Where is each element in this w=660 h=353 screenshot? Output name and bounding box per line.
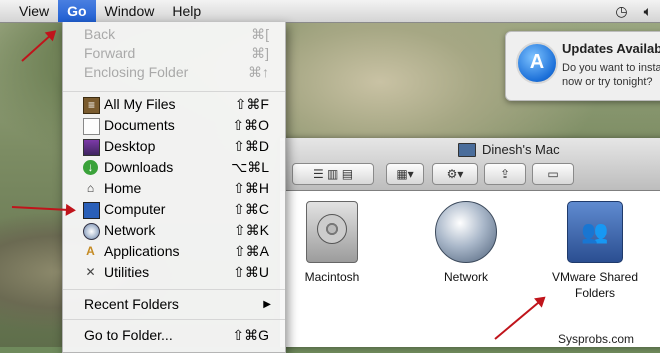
menu-item-go-to-folder[interactable]: Go to Folder... ⇧⌘G [63,325,285,346]
all-my-files-icon: ≡ [83,97,100,114]
macintosh-hd-item[interactable]: Macintosh [277,201,387,285]
menu-item-utilities[interactable]: ✕ Utilities ⇧⌘U [63,262,285,283]
shared-folder-icon: 👥 [567,201,623,263]
network-icon [83,223,100,240]
menu-item-label: Documents [104,117,175,133]
utilities-icon: ✕ [85,265,96,279]
menu-item-all-my-files[interactable]: ≡ All My Files ⇧⌘F [63,94,285,115]
applications-icon: A [86,244,95,258]
notification-line-1: Do you want to insta [562,62,660,74]
item-label: Network [443,270,488,284]
menu-help[interactable]: Help [163,0,210,22]
menu-item-label: Network [104,222,156,238]
menu-item-documents[interactable]: Documents ⇧⌘O [63,115,285,136]
share-button[interactable]: ⇪ [484,163,526,185]
menu-item-label: Applications [104,243,180,259]
item-label: VMware Shared Folders [551,270,639,300]
time-machine-icon[interactable]: ◷ [615,3,627,20]
menu-item-recent-folders[interactable]: Recent Folders ▶ [63,294,285,315]
menu-go[interactable]: Go [58,0,96,22]
menu-window[interactable]: Window [96,0,164,22]
menu-item-network[interactable]: Network ⇧⌘K [63,220,285,241]
updates-notification[interactable]: A Updates Availab Do you want to insta n… [505,31,660,101]
finder-content: Macintosh Network 👥 VMware Shared Folder… [280,191,660,347]
menu-item-label: Utilities [104,264,150,280]
item-label: Macintosh [304,270,360,284]
submenu-arrow-icon: ▶ [263,299,271,310]
shortcut: ⇧⌘U [233,264,269,280]
menu-item-label: Go to Folder... [84,327,173,343]
tags-button[interactable]: ▭ [532,163,574,185]
menu-item-label: All My Files [104,96,176,112]
menu-item-downloads[interactable]: ↓ Downloads ⌥⌘L [63,157,285,178]
go-menu: Back ⌘[ Forward ⌘] Enclosing Folder ⌘↑ ≡… [62,22,286,353]
finder-titlebar: Dinesh's Mac ☰ ▥ ▤ ▦▾ ⚙▾ ⇪ ▭ [280,138,660,191]
shortcut: ⇧⌘A [233,243,269,259]
menu-item-label: Forward [84,45,136,61]
vmware-shared-folders-item[interactable]: 👥 VMware Shared Folders [535,201,655,301]
menu-item-label: Recent Folders [84,296,179,312]
shortcut: ⇧⌘H [233,180,269,196]
arrange-button[interactable]: ▦▾ [386,163,424,185]
shortcut: ⇧⌘K [233,222,269,238]
computer-icon [83,202,100,219]
shortcut: ⌘↑ [248,64,269,80]
action-gear-button[interactable]: ⚙▾ [432,163,478,185]
menu-item-enclosing-folder[interactable]: Enclosing Folder ⌘↑ [63,62,285,83]
menu-view[interactable]: View [10,0,58,22]
menu-item-forward[interactable]: Forward ⌘] [63,43,285,64]
notification-line-2: now or try tonight? [562,76,653,88]
menu-item-label: Desktop [104,138,156,154]
home-icon: ⌂ [86,181,95,195]
shortcut: ⌘] [251,45,269,61]
window-title: Dinesh's Mac [458,142,560,157]
shortcut: ⇧⌘F [234,96,269,112]
menu-item-label: Back [84,26,116,42]
menu-item-label: Downloads [104,159,174,175]
window-title-text: Dinesh's Mac [482,142,560,157]
menu-item-computer[interactable]: Computer ⇧⌘C [63,199,285,220]
desktop-icon [83,139,100,156]
menu-item-desktop[interactable]: Desktop ⇧⌘D [63,136,285,157]
menu-item-home[interactable]: ⌂ Home ⇧⌘H [63,178,285,199]
view-buttons[interactable]: ☰ ▥ ▤ [292,163,374,185]
computer-icon [458,142,476,157]
notification-title: Updates Availab [562,41,660,56]
app-store-icon: A [516,42,558,84]
menu-item-label: Computer [104,201,166,217]
network-item[interactable]: Network [411,201,521,285]
separator [63,289,285,290]
menu-item-label: Home [104,180,142,196]
documents-icon [83,118,100,135]
hard-drive-icon [306,201,358,263]
watermark: Sysprobs.com [558,332,635,346]
shortcut: ⇧⌘O [232,117,269,133]
downloads-icon: ↓ [83,160,98,175]
volume-icon[interactable]: 🔈︎ [644,3,652,20]
menu-item-label: Enclosing Folder [84,64,189,80]
separator [63,319,285,320]
menu-item-applications[interactable]: A Applications ⇧⌘A [63,241,285,262]
menu-bar: View Go Window Help ◷ 🔈︎ [0,0,660,23]
shortcut: ⇧⌘D [233,138,269,154]
shortcut: ⇧⌘C [233,201,269,217]
shortcut: ⌘[ [251,26,269,42]
menu-item-back[interactable]: Back ⌘[ [63,24,285,45]
separator [63,91,285,92]
network-globe-icon [435,201,497,263]
shortcut: ⌥⌘L [231,159,269,175]
shortcut: ⇧⌘G [232,327,269,343]
finder-window: Dinesh's Mac ☰ ▥ ▤ ▦▾ ⚙▾ ⇪ ▭ Macintosh N… [280,138,660,347]
